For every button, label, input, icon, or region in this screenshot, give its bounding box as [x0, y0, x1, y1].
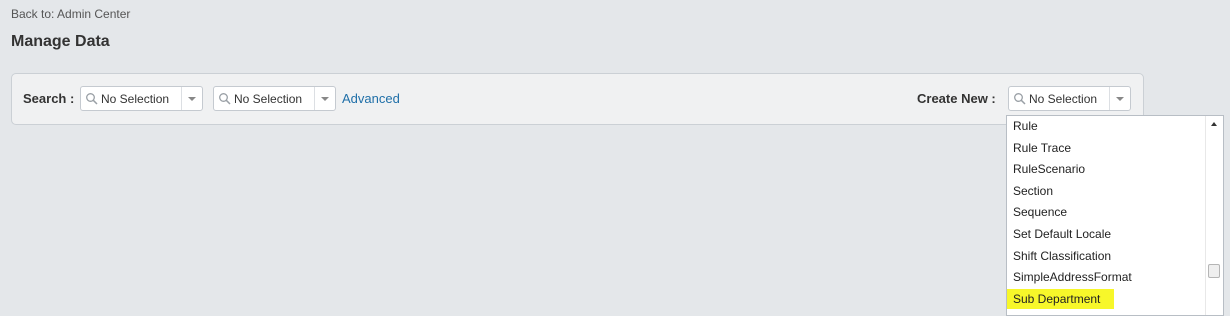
chevron-down-icon: [1116, 96, 1124, 101]
create-new-dropdown-button[interactable]: [1109, 87, 1130, 110]
advanced-search-link[interactable]: Advanced: [342, 91, 400, 106]
scrollbar-thumb[interactable]: [1208, 264, 1220, 278]
page-title: Manage Data: [11, 33, 110, 50]
search-item-value: No Selection: [234, 91, 303, 106]
search-type-value: No Selection: [101, 91, 170, 106]
dropdown-option-sub-department[interactable]: Sub Department: [1007, 288, 1206, 311]
chevron-down-icon: [188, 96, 196, 101]
scroll-up-arrow-icon[interactable]: [1211, 122, 1217, 126]
create-new-label: Create New :: [917, 91, 996, 106]
dropdown-option-set-default-locale[interactable]: Set Default Locale: [1007, 224, 1206, 246]
search-panel: Search : No Selection No Selection Advan…: [11, 73, 1144, 125]
search-item-dropdown-button[interactable]: [314, 87, 335, 110]
dropdown-options: Rule Rule Trace RuleScenario Section Seq…: [1007, 116, 1206, 310]
search-item-select[interactable]: No Selection: [213, 86, 336, 111]
dropdown-option-sequence[interactable]: Sequence: [1007, 202, 1206, 224]
dropdown-option-section[interactable]: Section: [1007, 181, 1206, 203]
create-new-select[interactable]: No Selection: [1008, 86, 1131, 111]
dropdown-scrollbar[interactable]: [1205, 116, 1223, 315]
create-new-value: No Selection: [1029, 91, 1098, 106]
search-type-select[interactable]: No Selection: [80, 86, 203, 111]
dropdown-option-rulescenario[interactable]: RuleScenario: [1007, 159, 1206, 181]
search-icon: [1014, 92, 1026, 105]
back-to-admin-center-link[interactable]: Back to: Admin Center: [11, 7, 130, 21]
dropdown-option-rule[interactable]: Rule: [1007, 116, 1206, 138]
search-label: Search :: [23, 91, 75, 106]
dropdown-option-rule-trace[interactable]: Rule Trace: [1007, 138, 1206, 160]
search-type-dropdown-button[interactable]: [181, 87, 202, 110]
chevron-down-icon: [321, 96, 329, 101]
search-icon: [219, 92, 231, 105]
dropdown-option-simpleaddressformat[interactable]: SimpleAddressFormat: [1007, 267, 1206, 289]
dropdown-option-shift-classification[interactable]: Shift Classification: [1007, 246, 1206, 268]
create-new-dropdown-list[interactable]: Rule Rule Trace RuleScenario Section Seq…: [1006, 115, 1224, 316]
search-icon: [86, 92, 98, 105]
